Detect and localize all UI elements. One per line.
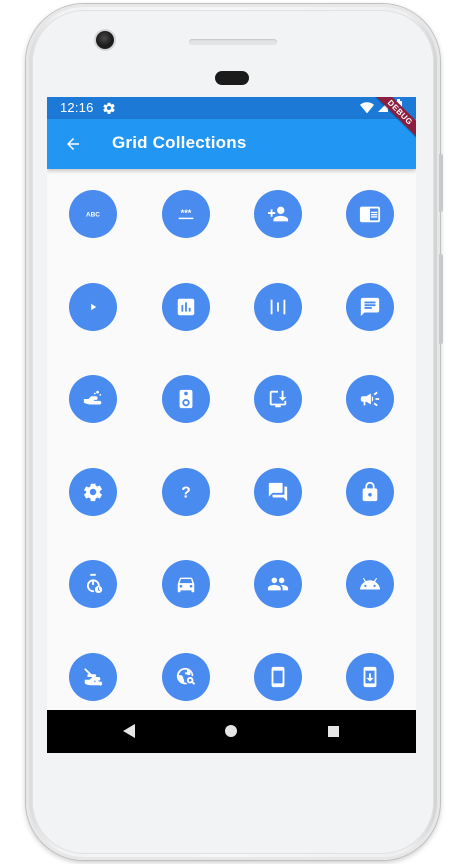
no-hands-icon: [84, 667, 103, 686]
nav-back-icon[interactable]: [122, 724, 136, 738]
campaign-icon: [360, 391, 380, 407]
grid-item-group[interactable]: [254, 560, 302, 608]
wifi-icon: [360, 102, 374, 114]
power-button: [439, 154, 443, 212]
svg-text:ABC: ABC: [86, 211, 100, 218]
front-camera: [96, 31, 114, 49]
grid-item-android[interactable]: [346, 560, 394, 608]
android-icon: [359, 577, 381, 590]
svg-text:***: ***: [181, 208, 192, 218]
grid-item-no-hands[interactable]: [69, 652, 117, 701]
smartphone-icon: [271, 666, 285, 687]
wash-hands-icon: [83, 390, 102, 405]
car-icon: [177, 577, 195, 593]
grid-item-assessment[interactable]: [162, 282, 210, 331]
grid-item-timer[interactable]: [69, 560, 117, 608]
settings-icon: [84, 482, 102, 501]
volume-button: [439, 254, 443, 344]
timer-icon: [86, 573, 103, 594]
proximity-sensor: [215, 71, 249, 85]
grid-item-person-add[interactable]: [254, 190, 302, 238]
abc-icon: ABC: [86, 211, 100, 218]
grid-item-chat[interactable]: [346, 282, 394, 331]
group-icon: [267, 577, 289, 591]
grid-item-play-arrow[interactable]: [69, 282, 117, 331]
navigation-bar: [47, 710, 416, 753]
device-screen: 12:16 Grid Collections DEBUG ABC ***?: [47, 97, 416, 753]
grid-item-lock[interactable]: [346, 467, 394, 516]
grid-item-install-desktop[interactable]: [254, 375, 302, 423]
forum-icon: [268, 482, 288, 501]
grid-item-car[interactable]: [162, 560, 210, 608]
install-desktop-icon: [269, 390, 287, 408]
chat-icon: [360, 297, 380, 316]
help-icon: ?: [181, 484, 191, 501]
play-arrow-icon: [91, 303, 97, 310]
nav-home-icon[interactable]: [225, 725, 237, 737]
system-update-icon: [363, 666, 377, 687]
grid-item-abc[interactable]: ABC: [69, 190, 117, 238]
grid-item-chrome-reader-mode[interactable]: [346, 190, 394, 238]
page-title: Grid Collections: [112, 133, 247, 152]
grid-item-campaign[interactable]: [346, 375, 394, 423]
grid-item-speaker[interactable]: [162, 375, 210, 423]
speaker-icon: [179, 389, 193, 409]
grid-item-wash-hands[interactable]: [69, 375, 117, 423]
grid-item-vertical-bars[interactable]: [254, 282, 302, 331]
arrow-back-icon: [67, 138, 79, 150]
password-icon: ***: [178, 208, 194, 220]
grid-item-forum[interactable]: [254, 467, 302, 516]
status-bar: 12:16: [47, 97, 416, 119]
grid-item-password[interactable]: ***: [162, 190, 210, 238]
grid-item-smartphone[interactable]: [254, 652, 302, 701]
nav-recent-icon[interactable]: [328, 726, 339, 737]
assessment-icon: [177, 298, 195, 315]
chrome-reader-mode-icon: [359, 206, 381, 223]
back-button[interactable]: [59, 130, 87, 158]
travel-explore-icon: [176, 667, 196, 685]
gear-icon: [103, 102, 115, 114]
grid-item-system-update[interactable]: [346, 652, 394, 701]
status-time: 12:16: [60, 100, 94, 115]
speaker-grille: [189, 39, 277, 45]
grid-item-travel-explore[interactable]: [162, 652, 210, 701]
grid-item-help[interactable]: ?: [162, 467, 210, 516]
vertical-bars-icon: [270, 299, 286, 314]
svg-text:?: ?: [181, 484, 191, 501]
person-add-icon: [267, 206, 289, 222]
grid-item-settings[interactable]: [69, 467, 117, 516]
lock-icon: [362, 481, 378, 501]
app-bar: Grid Collections: [47, 119, 416, 169]
icon-grid: ABC ***?: [47, 169, 416, 710]
